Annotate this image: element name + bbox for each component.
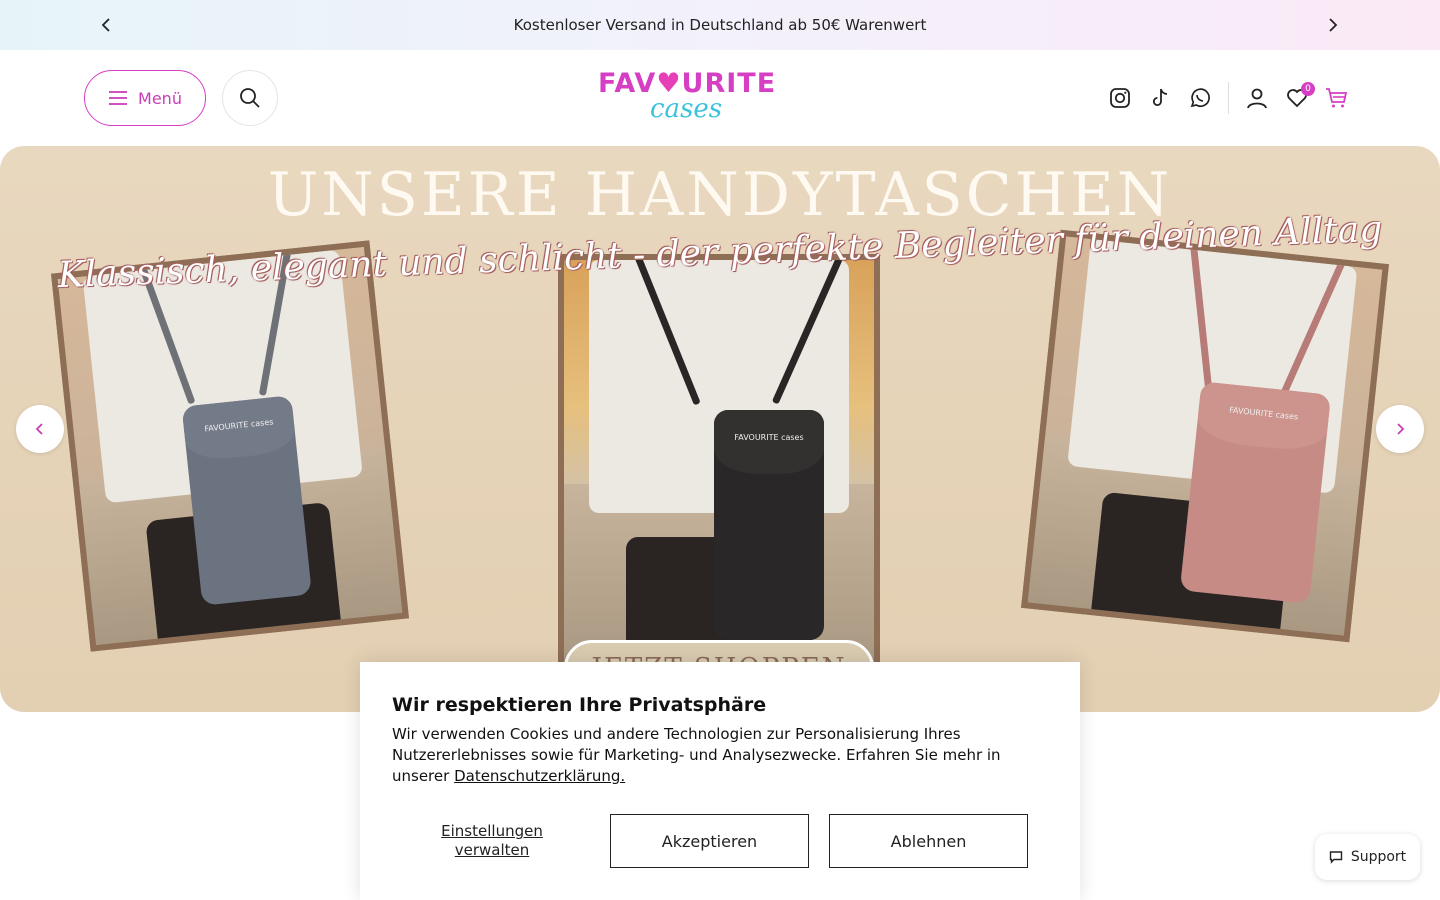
whatsapp-icon [1190,88,1210,108]
announcement-text: Kostenloser Versand in Deutschland ab 50… [513,16,927,34]
announcement-next-button[interactable] [1320,13,1344,37]
tiktok-link[interactable] [1140,78,1180,118]
whatsapp-link[interactable] [1180,78,1220,118]
hamburger-icon [109,91,128,105]
hero-prev-button[interactable] [16,405,64,453]
hero-photo-grey-bag: FAVOURITE cases [51,240,409,652]
announcement-bar: Kostenloser Versand in Deutschland ab 50… [0,0,1440,50]
site-header: Menü FAV♥URITE cases 0 [0,50,1440,146]
hero-next-button[interactable] [1376,405,1424,453]
search-icon [240,88,260,108]
pink-bag: FAVOURITE cases [1179,381,1331,604]
announcement-prev-button[interactable] [95,13,119,37]
menu-button[interactable]: Menü [84,70,206,126]
instagram-link[interactable] [1100,78,1140,118]
wishlist-link[interactable]: 0 [1277,78,1317,118]
wishlist-count-badge: 0 [1301,82,1315,96]
header-divider [1228,82,1229,114]
cart-icon [1326,88,1348,108]
accept-button[interactable]: Akzeptieren [610,814,809,868]
hero-banner[interactable]: FAVOURITE cases FAVOURITE cases FAVOURIT… [0,146,1440,712]
cart-link[interactable] [1317,78,1357,118]
tiktok-icon [1152,88,1168,106]
decline-button[interactable]: Ablehnen [829,814,1028,868]
black-bag: FAVOURITE cases [714,410,824,640]
chevron-right-icon [1329,18,1338,32]
menu-label: Menü [138,88,182,108]
chevron-left-icon [35,423,43,435]
chevron-right-icon [1397,423,1405,435]
privacy-policy-link[interactable]: Datenschutzerklärung. [454,767,625,785]
cookie-title: Wir respektieren Ihre Privatsphäre [392,694,767,716]
support-label: Support [1350,849,1407,865]
instagram-icon [1110,88,1130,108]
cookie-actions: Einstellungen verwalten Akzeptieren Able… [392,814,1048,868]
cookie-text: Wir verwenden Cookies und andere Technol… [392,724,1052,787]
hero-photo-pink-bag: FAVOURITE cases [1021,229,1389,643]
search-button[interactable] [222,70,278,126]
hero-photo-black-bag: FAVOURITE cases [558,254,880,674]
manage-settings-link[interactable]: Einstellungen verwalten [422,822,562,860]
cookie-banner: Wir respektieren Ihre Privatsphäre Wir v… [360,662,1080,900]
support-button[interactable]: Support [1315,834,1420,880]
header-icons: 0 [1100,78,1357,118]
chevron-left-icon [101,18,110,32]
account-icon [1247,88,1267,109]
logo-subtext: cases [650,94,723,124]
logo[interactable]: FAV♥URITE cases [598,68,778,128]
grey-bag: FAVOURITE cases [181,395,312,606]
chat-icon [1329,851,1343,864]
account-link[interactable] [1237,78,1277,118]
